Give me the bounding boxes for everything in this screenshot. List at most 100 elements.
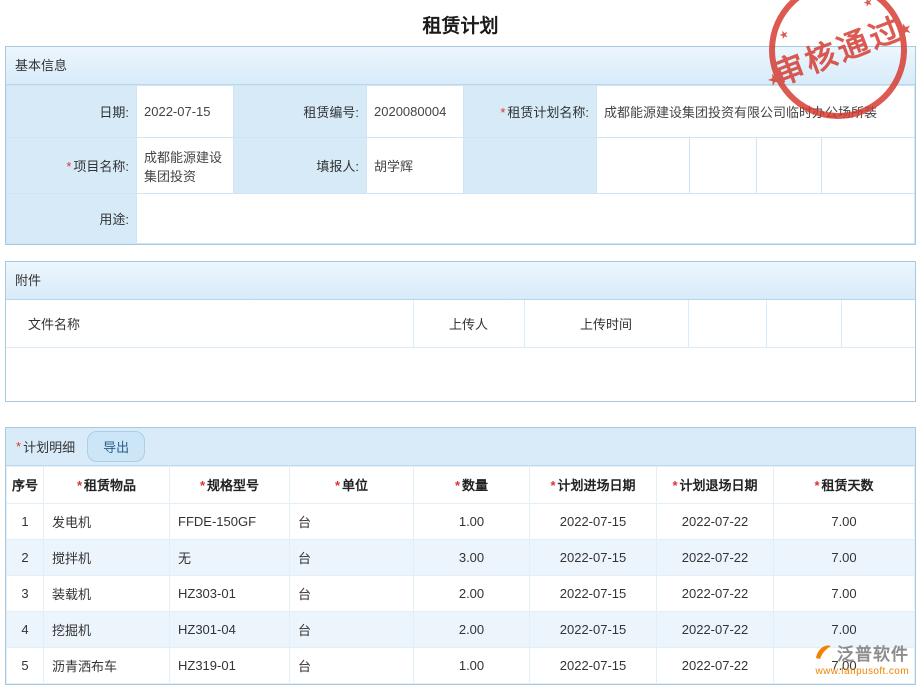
details-column-header: *规格型号 [170,466,290,503]
table-cell: 2022-07-15 [530,539,657,575]
date-value: 2022-07-15 [137,86,234,138]
empty-cell [757,138,822,194]
table-cell: 2022-07-22 [657,539,774,575]
table-cell: 2022-07-15 [530,575,657,611]
required-star: * [455,478,460,493]
details-column-header: *单位 [290,466,414,503]
empty-label-cell [464,138,597,194]
table-cell: 无 [170,539,290,575]
purpose-label: 用途: [7,194,137,244]
attach-col-filename: 文件名称 [6,300,413,347]
details-column-header: *计划退场日期 [657,466,774,503]
details-header-row: 序号*租赁物品*规格型号*单位*数量*计划进场日期*计划退场日期*租赁天数 [7,466,915,503]
table-cell: 7.00 [774,575,915,611]
export-button[interactable]: 导出 [87,431,145,462]
details-column-header: 序号 [7,466,44,503]
plan-details-title: *计划明细 [16,437,75,456]
required-star: * [200,478,205,493]
table-row: 5沥青洒布车HZ319-01台1.002022-07-152022-07-227… [7,647,915,683]
required-star: * [672,478,677,493]
required-star: * [500,105,505,120]
fanpu-logo-url: www.fanpusoft.com [813,666,909,677]
table-cell: 2022-07-22 [657,647,774,683]
plan-name-label: *租赁计划名称: [464,86,597,138]
table-row: 1发电机FFDE-150GF台1.002022-07-152022-07-227… [7,503,915,539]
rental-no-label: 租赁编号: [234,86,367,138]
table-cell: 2 [7,539,44,575]
table-cell: 2022-07-22 [657,575,774,611]
section-title: 附件 [15,273,41,288]
table-cell: 台 [290,575,414,611]
project-label: *项目名称: [7,138,137,194]
table-cell: 挖掘机 [44,611,170,647]
details-column-header: *租赁物品 [44,466,170,503]
table-cell: FFDE-150GF [170,503,290,539]
required-star: * [814,478,819,493]
table-row: 2搅拌机无台3.002022-07-152022-07-227.00 [7,539,915,575]
details-column-header: *数量 [414,466,530,503]
table-cell: 4 [7,611,44,647]
table-cell: HZ303-01 [170,575,290,611]
table-cell: 台 [290,647,414,683]
table-cell: 2022-07-22 [657,503,774,539]
table-cell: 3.00 [414,539,530,575]
details-column-header: *计划进场日期 [530,466,657,503]
table-row: 3装载机HZ303-01台2.002022-07-152022-07-227.0… [7,575,915,611]
empty-cell [841,300,915,347]
table-cell: 1 [7,503,44,539]
table-cell: 2022-07-15 [530,647,657,683]
table-cell: 3 [7,575,44,611]
table-cell: 1.00 [414,647,530,683]
required-star: * [550,478,555,493]
attach-col-uploader: 上传人 [413,300,524,347]
page: 租赁计划 审核通过 ★ ★ ★ ★ 基本信息 日期: 2022-07-15 租赁… [0,0,921,685]
empty-cell [766,300,841,347]
empty-cell [597,138,690,194]
table-cell: 台 [290,611,414,647]
table-cell: 沥青洒布车 [44,647,170,683]
table-cell: 1.00 [414,503,530,539]
reporter-value: 胡学辉 [367,138,464,194]
table-cell: 2.00 [414,611,530,647]
reporter-label: 填报人: [234,138,367,194]
empty-cell [690,138,757,194]
required-star: * [77,478,82,493]
plan-details-section: *计划明细 导出 序号*租赁物品*规格型号*单位*数量*计划进场日期*计划退场日… [5,427,916,685]
fanpu-logo: 泛普软件 www.fanpusoft.com [813,640,909,677]
table-cell: HZ319-01 [170,647,290,683]
plan-name-value: 成都能源建设集团投资有限公司临时办公场所装 [597,86,915,138]
project-value: 成都能源建设集团投资 [137,138,234,194]
plan-details-table: 序号*租赁物品*规格型号*单位*数量*计划进场日期*计划退场日期*租赁天数 1发… [6,466,915,684]
required-star: * [66,159,71,174]
table-cell: 5 [7,647,44,683]
empty-cell [688,300,766,347]
date-label: 日期: [7,86,137,138]
plan-details-bar: *计划明细 导出 [6,428,915,466]
fanpu-logo-icon [813,641,833,664]
table-cell: 2.00 [414,575,530,611]
fanpu-logo-text: 泛普软件 [837,640,909,665]
details-column-header: *租赁天数 [774,466,915,503]
required-star: * [16,439,21,454]
table-row: 4挖掘机HZ301-04台2.002022-07-152022-07-227.0… [7,611,915,647]
table-cell: 2022-07-22 [657,611,774,647]
attachments-section: 附件 文件名称 上传人 上传时间 [5,261,916,402]
table-cell: 7.00 [774,539,915,575]
required-star: * [335,478,340,493]
purpose-value [137,194,915,244]
attach-col-uploadtime: 上传时间 [524,300,688,347]
table-cell: 台 [290,503,414,539]
section-title: 基本信息 [15,58,67,73]
table-cell: 2022-07-15 [530,611,657,647]
table-cell: 搅拌机 [44,539,170,575]
rental-no-value: 2020080004 [367,86,464,138]
empty-cell [822,138,915,194]
table-cell: 7.00 [774,503,915,539]
attachments-table: 文件名称 上传人 上传时间 [6,300,915,348]
table-cell: 2022-07-15 [530,503,657,539]
table-cell: HZ301-04 [170,611,290,647]
table-cell: 发电机 [44,503,170,539]
attachments-section-header: 附件 [6,262,915,300]
attachments-empty-area [6,348,915,401]
table-cell: 台 [290,539,414,575]
